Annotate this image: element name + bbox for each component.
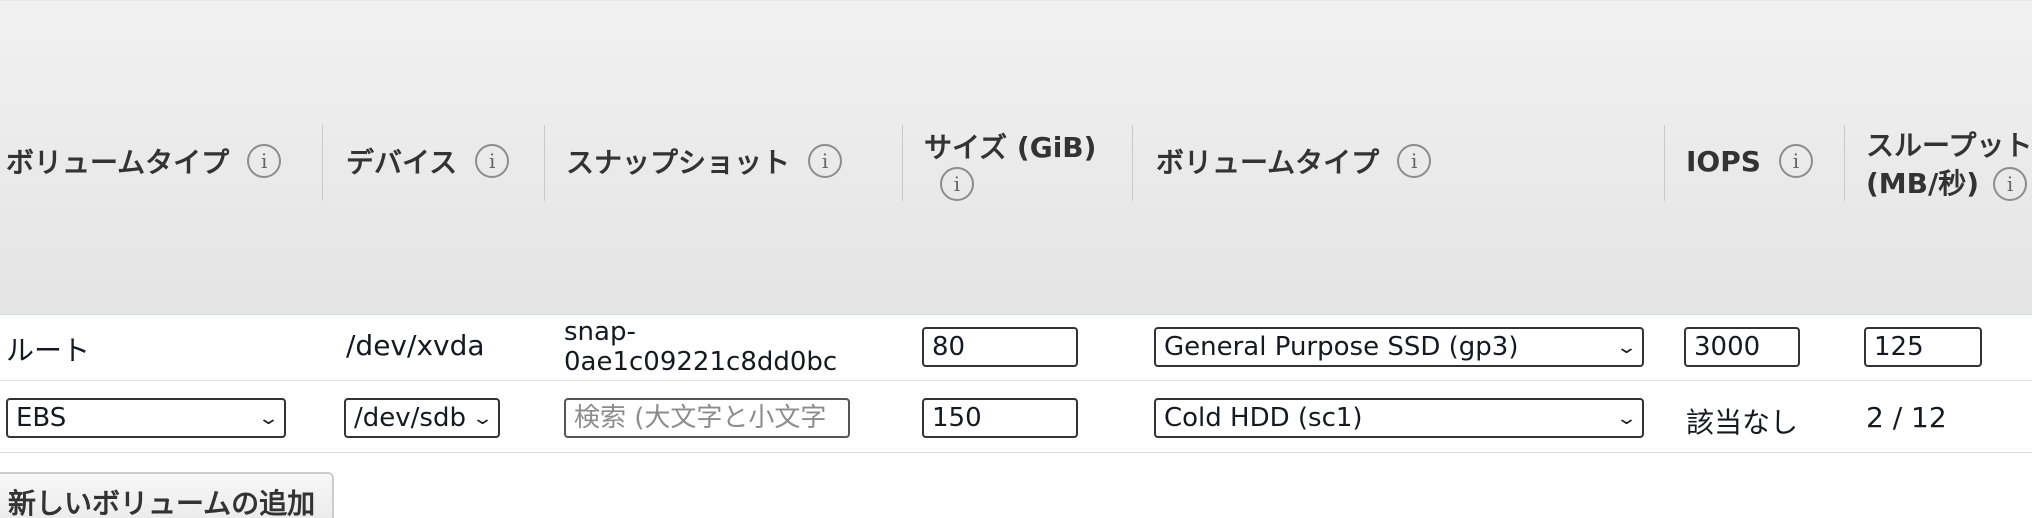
volume-type-select[interactable]: EBS ⌄: [6, 398, 286, 438]
size-input[interactable]: 150: [922, 398, 1078, 438]
header-volume-type: ボリュームタイプ i: [6, 121, 282, 201]
column-divider: [322, 125, 323, 201]
root-volume-type: ルート: [6, 334, 91, 367]
table-row: ルート /dev/xvda snap- 0ae1c09221c8dd0bc 80…: [0, 315, 2032, 381]
chevron-down-icon: ⌄: [1615, 407, 1638, 429]
root-iops-input[interactable]: 3000: [1684, 327, 1800, 367]
header-throughput-label: スループット: [1866, 129, 2032, 162]
header-snapshot-label: スナップショット: [566, 146, 791, 179]
root-device: /dev/xvda: [346, 329, 485, 362]
info-icon[interactable]: i: [1993, 167, 2028, 201]
root-snapshot-id: snap- 0ae1c09221c8dd0bc: [564, 317, 837, 377]
header-ebs-volume-type-label: ボリュームタイプ: [1156, 146, 1380, 179]
info-icon[interactable]: i: [808, 144, 843, 178]
column-divider: [1132, 125, 1133, 201]
device-value: /dev/sdb: [354, 403, 466, 433]
header-ebs-volume-type: ボリュームタイプ i: [1156, 121, 1432, 201]
add-volume-button[interactable]: 新しいボリュームの追加: [0, 472, 334, 518]
header-size-label: サイズ (GiB): [924, 131, 1097, 164]
snapshot-id-line2: 0ae1c09221c8dd0bc: [564, 347, 838, 377]
root-volume-type-select[interactable]: General Purpose SSD (gp3) ⌄: [1154, 327, 1644, 367]
column-divider: [1664, 125, 1665, 201]
device-select[interactable]: /dev/sdb ⌄: [344, 398, 500, 438]
chevron-down-icon: ⌄: [471, 407, 494, 429]
column-divider: [902, 125, 903, 201]
chevron-down-icon: ⌄: [257, 407, 280, 429]
header-volume-type-label: ボリュームタイプ: [6, 146, 230, 179]
header-iops-label: IOPS: [1686, 144, 1761, 178]
root-size-input[interactable]: 80: [922, 327, 1078, 367]
chevron-down-icon: ⌄: [1615, 336, 1638, 358]
ebs-volume-type-value: Cold HDD (sc1): [1164, 403, 1363, 433]
header-throughput-unit-row: (MB/秒) i: [1866, 165, 2028, 203]
info-icon[interactable]: i: [1778, 144, 1813, 178]
column-divider: [544, 125, 545, 201]
info-icon[interactable]: i: [940, 167, 974, 201]
info-icon[interactable]: i: [1397, 144, 1432, 178]
header-throughput: スループット (MB/秒) i: [1866, 123, 2032, 207]
header-device-label: デバイス: [346, 146, 458, 179]
ebs-volume-type-select[interactable]: Cold HDD (sc1) ⌄: [1154, 398, 1644, 438]
info-icon[interactable]: i: [475, 144, 510, 178]
volume-type-value: EBS: [16, 403, 67, 433]
root-throughput-input[interactable]: 125: [1864, 327, 1982, 367]
header-throughput-unit: (MB/秒): [1866, 167, 1980, 200]
table-row: EBS ⌄ /dev/sdb ⌄ 検索 (大文字と小文字 150 Cold HD…: [0, 381, 2032, 453]
table-header: ボリュームタイプ i デバイス i スナップショット i サイズ (GiB) i…: [0, 0, 2032, 315]
root-volume-type-value: General Purpose SSD (gp3): [1164, 332, 1519, 362]
header-device: デバイス i: [346, 121, 510, 201]
throughput-value: 2 / 12: [1866, 401, 1947, 434]
header-size: サイズ (GiB) i: [924, 123, 1096, 207]
snapshot-id-line1: snap-: [564, 317, 636, 347]
column-divider: [1844, 125, 1845, 201]
header-iops: IOPS i: [1686, 121, 1813, 201]
snapshot-search-input[interactable]: 検索 (大文字と小文字: [564, 398, 850, 438]
info-icon[interactable]: i: [247, 144, 282, 178]
header-snapshot: スナップショット i: [566, 121, 843, 201]
storage-volumes-table: ボリュームタイプ i デバイス i スナップショット i サイズ (GiB) i…: [0, 0, 2032, 518]
iops-value: 該当なし: [1686, 406, 1799, 439]
